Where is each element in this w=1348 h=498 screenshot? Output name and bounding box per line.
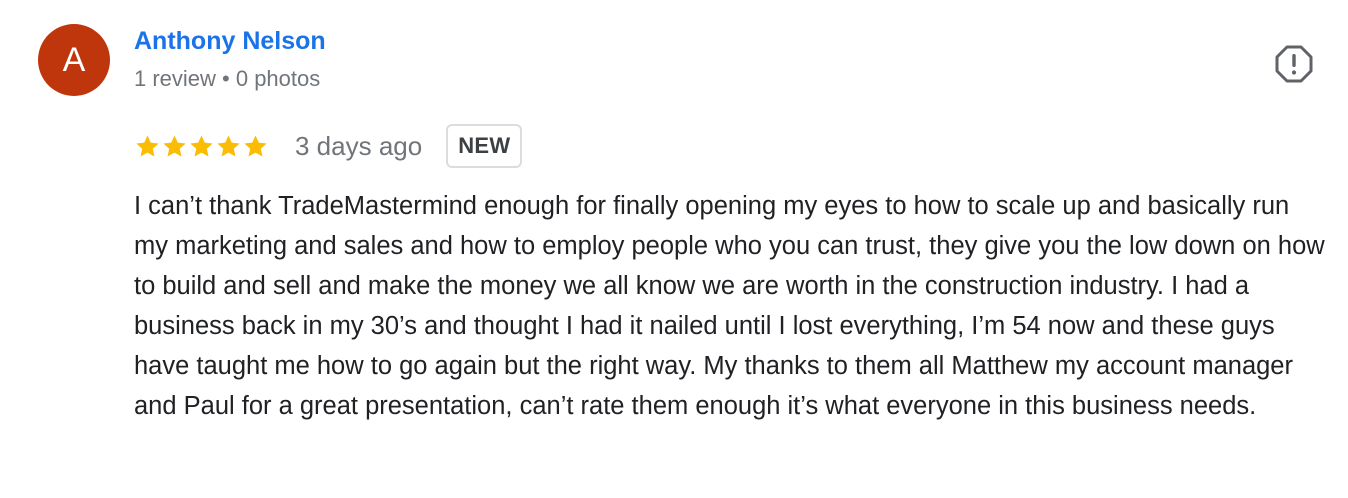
star-icon [242,133,269,160]
review-text: I can’t thank TradeMastermind enough for… [134,192,1325,420]
reviewer-meta: 1 review • 0 photos [134,66,321,91]
rating-row: 3 days ago NEW [134,122,523,170]
star-icon [188,133,215,160]
report-octagon-icon [1274,44,1314,84]
star-rating [134,133,269,160]
reviewer-name-link[interactable]: Anthony Nelson [134,27,326,56]
star-icon [134,133,161,160]
review-date: 3 days ago [295,130,423,161]
star-icon [161,133,188,160]
star-icon [215,133,242,160]
report-button[interactable] [1274,44,1314,84]
avatar[interactable]: A [38,24,110,96]
new-badge: NEW [446,124,523,168]
